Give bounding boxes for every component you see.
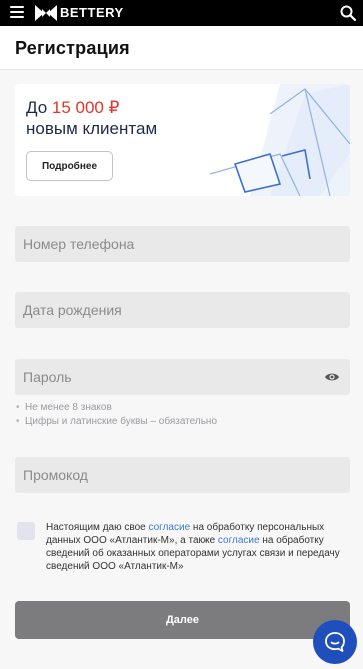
password-hint-chars: Цифры и латинские буквы – обязательно — [16, 415, 217, 428]
menu-icon[interactable] — [10, 6, 24, 18]
promo-code-input[interactable] — [15, 457, 350, 493]
page-header: Регистрация — [0, 26, 363, 70]
banner-subline: новым клиентам — [26, 119, 158, 138]
logo-icon — [35, 5, 57, 21]
consent-text: Настоящим даю свое согласие на обработку… — [46, 521, 344, 573]
top-bar: BETTERY — [0, 0, 363, 26]
logo-text: BETTERY — [60, 5, 124, 20]
password-hint-length: Не менее 8 знаков — [16, 401, 112, 414]
consent-link-communication-data[interactable]: согласие — [218, 535, 260, 546]
banner-headline: До 15 000 ₽ — [26, 98, 119, 118]
password-input[interactable] — [15, 359, 350, 395]
chat-button[interactable] — [313, 620, 357, 664]
search-icon[interactable] — [339, 4, 357, 22]
consent-checkbox[interactable] — [17, 522, 35, 540]
phone-input[interactable] — [15, 226, 350, 262]
next-button[interactable]: Далее — [15, 601, 350, 639]
page-title: Регистрация — [15, 38, 130, 58]
chat-icon — [325, 632, 345, 652]
consent-text-part1: Настоящим даю свое — [46, 522, 149, 533]
logo[interactable]: BETTERY — [35, 4, 124, 22]
more-info-button[interactable]: Подробнее — [26, 151, 113, 181]
promo-banner: До 15 000 ₽ новым клиентам Подробнее — [15, 84, 350, 196]
banner-prefix: До — [26, 98, 52, 117]
banner-decoration — [210, 84, 350, 196]
banner-amount: 15 000 ₽ — [51, 98, 120, 117]
eye-icon[interactable] — [324, 371, 340, 383]
birthdate-input[interactable] — [15, 292, 350, 328]
consent-link-personal-data[interactable]: согласие — [148, 522, 190, 533]
